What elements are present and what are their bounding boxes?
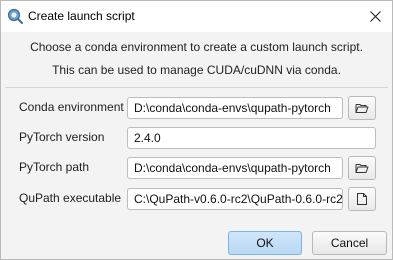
folder-open-icon (355, 164, 369, 173)
conda-environment-field[interactable]: D:\conda\conda-envs\qupath-pytorch (127, 97, 343, 119)
conda-environment-label: Conda environment (19, 100, 124, 114)
pytorch-path-label: PyTorch path (19, 160, 90, 174)
pytorch-version-field[interactable]: 2.4.0 (127, 127, 376, 149)
close-button[interactable] (358, 1, 392, 32)
folder-open-icon (355, 104, 369, 113)
title-bar: Create launch script (1, 1, 392, 32)
description-line-2: This can be used to manage CUDA/cuDNN vi… (52, 63, 341, 77)
pytorch-path-field[interactable]: D:\conda\conda-envs\qupath-pytorch (127, 157, 343, 179)
ok-button[interactable]: OK (228, 231, 302, 255)
qupath-executable-label: QuPath executable (19, 191, 122, 205)
qupath-executable-field[interactable]: C:\QuPath-v0.6.0-rc2\QuPath-0.6.0-rc2 (127, 188, 343, 210)
window-title: Create launch script (28, 9, 135, 23)
conda-environment-browse-button[interactable] (348, 96, 376, 120)
file-icon (357, 193, 367, 205)
create-launch-script-dialog: Create launch script Choose a conda envi… (0, 0, 393, 260)
description-line-1: Choose a conda environment to create a c… (30, 40, 363, 54)
pytorch-version-label: PyTorch version (19, 130, 105, 144)
divider (5, 87, 388, 88)
close-icon (369, 11, 381, 22)
pytorch-path-browse-button[interactable] (348, 156, 376, 180)
cancel-button[interactable]: Cancel (312, 231, 387, 255)
qupath-executable-browse-button[interactable] (348, 187, 376, 211)
qupath-icon (7, 8, 23, 24)
